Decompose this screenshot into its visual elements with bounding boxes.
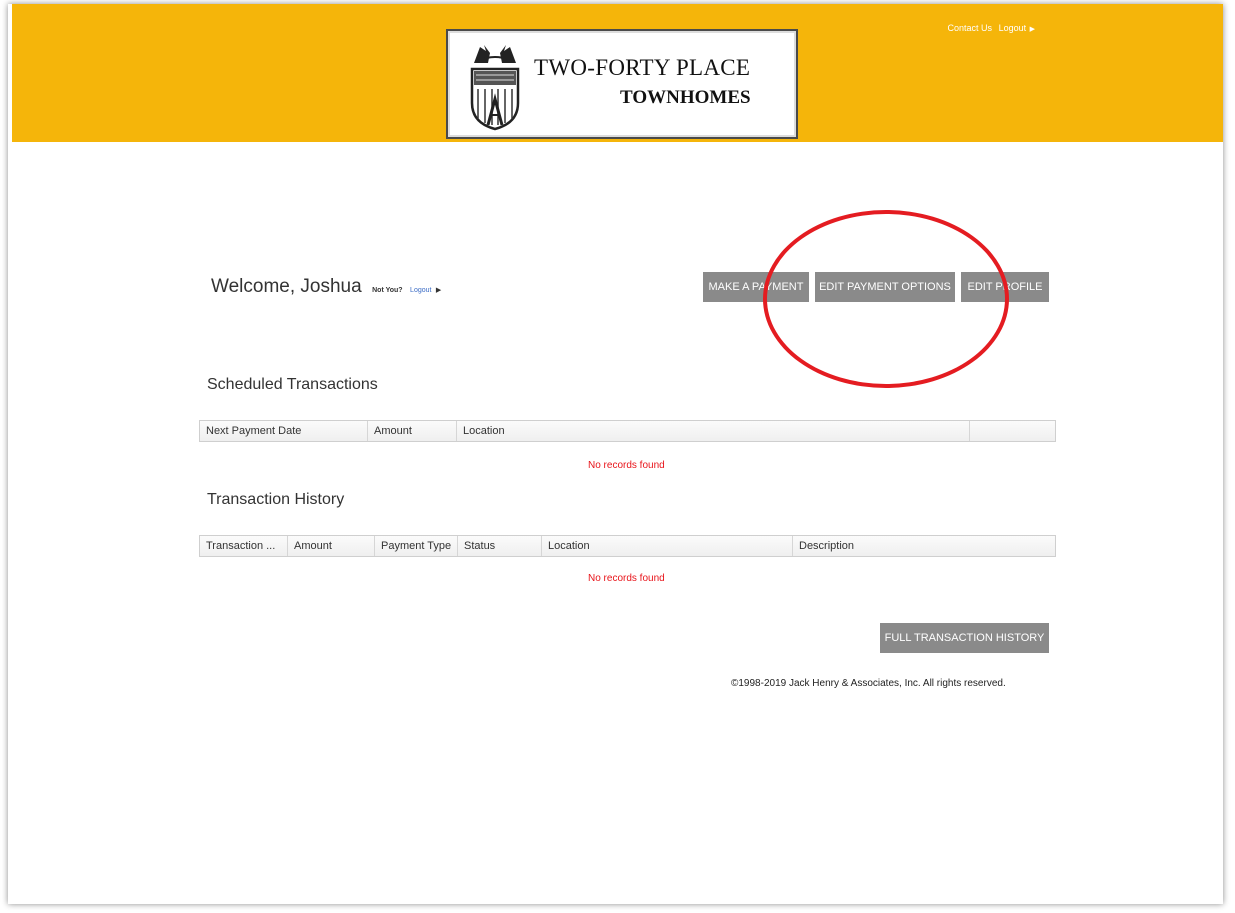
logo-subtitle: TOWNHOMES [620, 87, 751, 108]
logo-title: TWO-FORTY PLACE [534, 55, 751, 80]
top-links: Contact Us Logout ▶ [944, 23, 1035, 33]
transaction-history-header: Transaction ... Amount Payment Type Stat… [199, 535, 1056, 557]
column-header[interactable]: Next Payment Date [200, 421, 368, 441]
transaction-history-title: Transaction History [207, 491, 345, 508]
column-header[interactable]: Description [793, 536, 1055, 556]
copyright-footer: ©1998-2019 Jack Henry & Associates, Inc.… [731, 678, 1006, 689]
logout-link[interactable]: Logout [410, 287, 431, 294]
column-header[interactable]: Location [542, 536, 793, 556]
welcome-area: Welcome, Joshua Not You? Logout ▶ [211, 276, 441, 298]
scheduled-transactions-header: Next Payment Date Amount Location [199, 420, 1056, 442]
play-arrow-icon: ▶ [435, 287, 442, 294]
top-logout-link[interactable]: Logout [999, 23, 1027, 33]
column-header[interactable]: Amount [368, 421, 457, 441]
full-transaction-history-button[interactable]: FULL TRANSACTION HISTORY [880, 623, 1049, 653]
column-header[interactable]: Payment Type [375, 536, 458, 556]
edit-profile-button[interactable]: EDIT PROFILE [961, 272, 1049, 302]
not-you-label: Not You? [372, 287, 403, 294]
edit-payment-options-button[interactable]: EDIT PAYMENT OPTIONS [815, 272, 955, 302]
contact-us-link[interactable]: Contact Us [948, 23, 993, 33]
column-header[interactable] [970, 421, 1055, 441]
column-header[interactable]: Status [458, 536, 542, 556]
make-payment-button[interactable]: MAKE A PAYMENT [703, 272, 809, 302]
play-arrow-icon: ▶ [1029, 26, 1035, 33]
history-empty-message: No records found [588, 573, 665, 584]
column-header[interactable]: Location [457, 421, 970, 441]
column-header[interactable]: Transaction ... [200, 536, 288, 556]
site-logo[interactable]: TWO-FORTY PLACE TOWNHOMES [446, 29, 798, 139]
crest-icon [470, 45, 520, 131]
welcome-greeting: Welcome, Joshua [211, 276, 362, 297]
column-header[interactable]: Amount [288, 536, 375, 556]
scheduled-transactions-title: Scheduled Transactions [207, 376, 378, 393]
scheduled-empty-message: No records found [588, 460, 665, 471]
